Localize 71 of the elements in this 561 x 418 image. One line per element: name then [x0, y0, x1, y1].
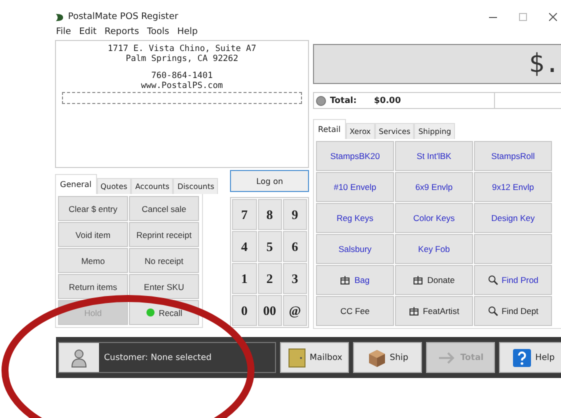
- customer-panel[interactable]: Customer: None selected: [58, 342, 276, 373]
- keypad-key[interactable]: 7: [232, 199, 257, 230]
- product-button[interactable]: Find Prod: [474, 265, 552, 295]
- toolbar-button[interactable]: Mailbox: [280, 342, 349, 373]
- keypad-key[interactable]: 1: [232, 263, 257, 294]
- toolbar-button[interactable]: Help: [499, 342, 561, 373]
- receipt-line: 1717 E. Vista Chino, Suite A7: [106, 44, 258, 54]
- action-button[interactable]: No receipt: [129, 248, 199, 273]
- search-icon: [488, 275, 498, 285]
- keypad-key[interactable]: 3: [282, 263, 307, 294]
- customer-text: Customer: None selected: [103, 352, 212, 364]
- product-button[interactable]: FeatArtist: [395, 296, 473, 326]
- gift-icon: [408, 306, 419, 316]
- action-button[interactable]: Void item: [58, 222, 128, 247]
- product-button[interactable]: Key Fob: [395, 234, 473, 264]
- menu-item[interactable]: File: [56, 27, 72, 37]
- product-button[interactable]: Color Keys: [395, 203, 473, 233]
- tab[interactable]: General: [55, 174, 97, 194]
- gift-icon: [413, 275, 424, 285]
- keypad-key[interactable]: 9: [282, 199, 307, 230]
- status-light-icon: [316, 96, 326, 106]
- search-icon: [488, 306, 498, 316]
- action-button[interactable]: Reprint receipt: [129, 222, 199, 247]
- product-button[interactable]: Reg Keys: [316, 203, 394, 233]
- keypad-key[interactable]: 0: [232, 295, 257, 326]
- keypad-key[interactable]: 4: [232, 231, 257, 262]
- product-button[interactable]: 9x12 Envlp: [474, 172, 552, 202]
- box-icon: [366, 348, 387, 368]
- menu-item[interactable]: Edit: [79, 27, 96, 37]
- receipt-line: 760-864-1401: [150, 71, 214, 81]
- action-button[interactable]: Memo: [58, 248, 128, 273]
- toolbar-button[interactable]: Ship: [353, 342, 422, 373]
- action-button[interactable]: Clear $ entry: [58, 196, 128, 221]
- action-button[interactable]: Cancel sale: [129, 196, 199, 221]
- menu-item[interactable]: Tools: [147, 27, 170, 37]
- keypad-key[interactable]: 5: [258, 231, 282, 262]
- product-button[interactable]: St Int'lBK: [395, 141, 473, 171]
- keypad-key[interactable]: 2: [258, 263, 282, 294]
- product-button[interactable]: Donate: [395, 265, 473, 295]
- product-button[interactable]: 6x9 Envlp: [395, 172, 473, 202]
- product-button[interactable]: Find Dept: [474, 296, 552, 326]
- receipt-line: www.PostalPS.com: [140, 81, 224, 91]
- gift-icon: [340, 275, 350, 285]
- window-title: PostalMate POS Register: [68, 12, 178, 22]
- menu-item[interactable]: Reports: [104, 27, 140, 37]
- door-icon: [286, 348, 307, 368]
- total-label: Total:: [330, 96, 358, 106]
- status-light-icon: [146, 308, 155, 317]
- product-button[interactable]: StampsBK20: [316, 141, 394, 171]
- product-button[interactable]: Design Key: [474, 203, 552, 233]
- app-logo-icon: [55, 12, 64, 22]
- tab[interactable]: Retail: [313, 119, 346, 139]
- amount-display: $.: [313, 44, 561, 84]
- action-button[interactable]: Enter SKU: [129, 274, 199, 299]
- close-icon[interactable]: [549, 13, 557, 21]
- product-button[interactable]: #10 Envelp: [316, 172, 394, 202]
- help-icon: [512, 348, 532, 368]
- product-button[interactable]: Bag: [316, 265, 394, 295]
- product-button[interactable]: Salsbury: [316, 234, 394, 264]
- keypad-key[interactable]: @: [282, 295, 307, 326]
- receipt-line: Palm Springs, CA 92262: [124, 54, 240, 64]
- keypad-key[interactable]: 6: [282, 231, 307, 262]
- product-button[interactable]: StampsRoll: [474, 141, 552, 171]
- product-button[interactable]: CC Fee: [316, 296, 394, 326]
- keypad-key[interactable]: 8: [258, 199, 282, 230]
- menu-item[interactable]: Help: [177, 27, 198, 37]
- keypad-key[interactable]: 00: [258, 295, 282, 326]
- person-icon: [69, 348, 89, 368]
- action-button[interactable]: Return items: [58, 274, 128, 299]
- total-value: $0.00: [374, 96, 402, 106]
- log-on-button[interactable]: Log on: [230, 170, 309, 192]
